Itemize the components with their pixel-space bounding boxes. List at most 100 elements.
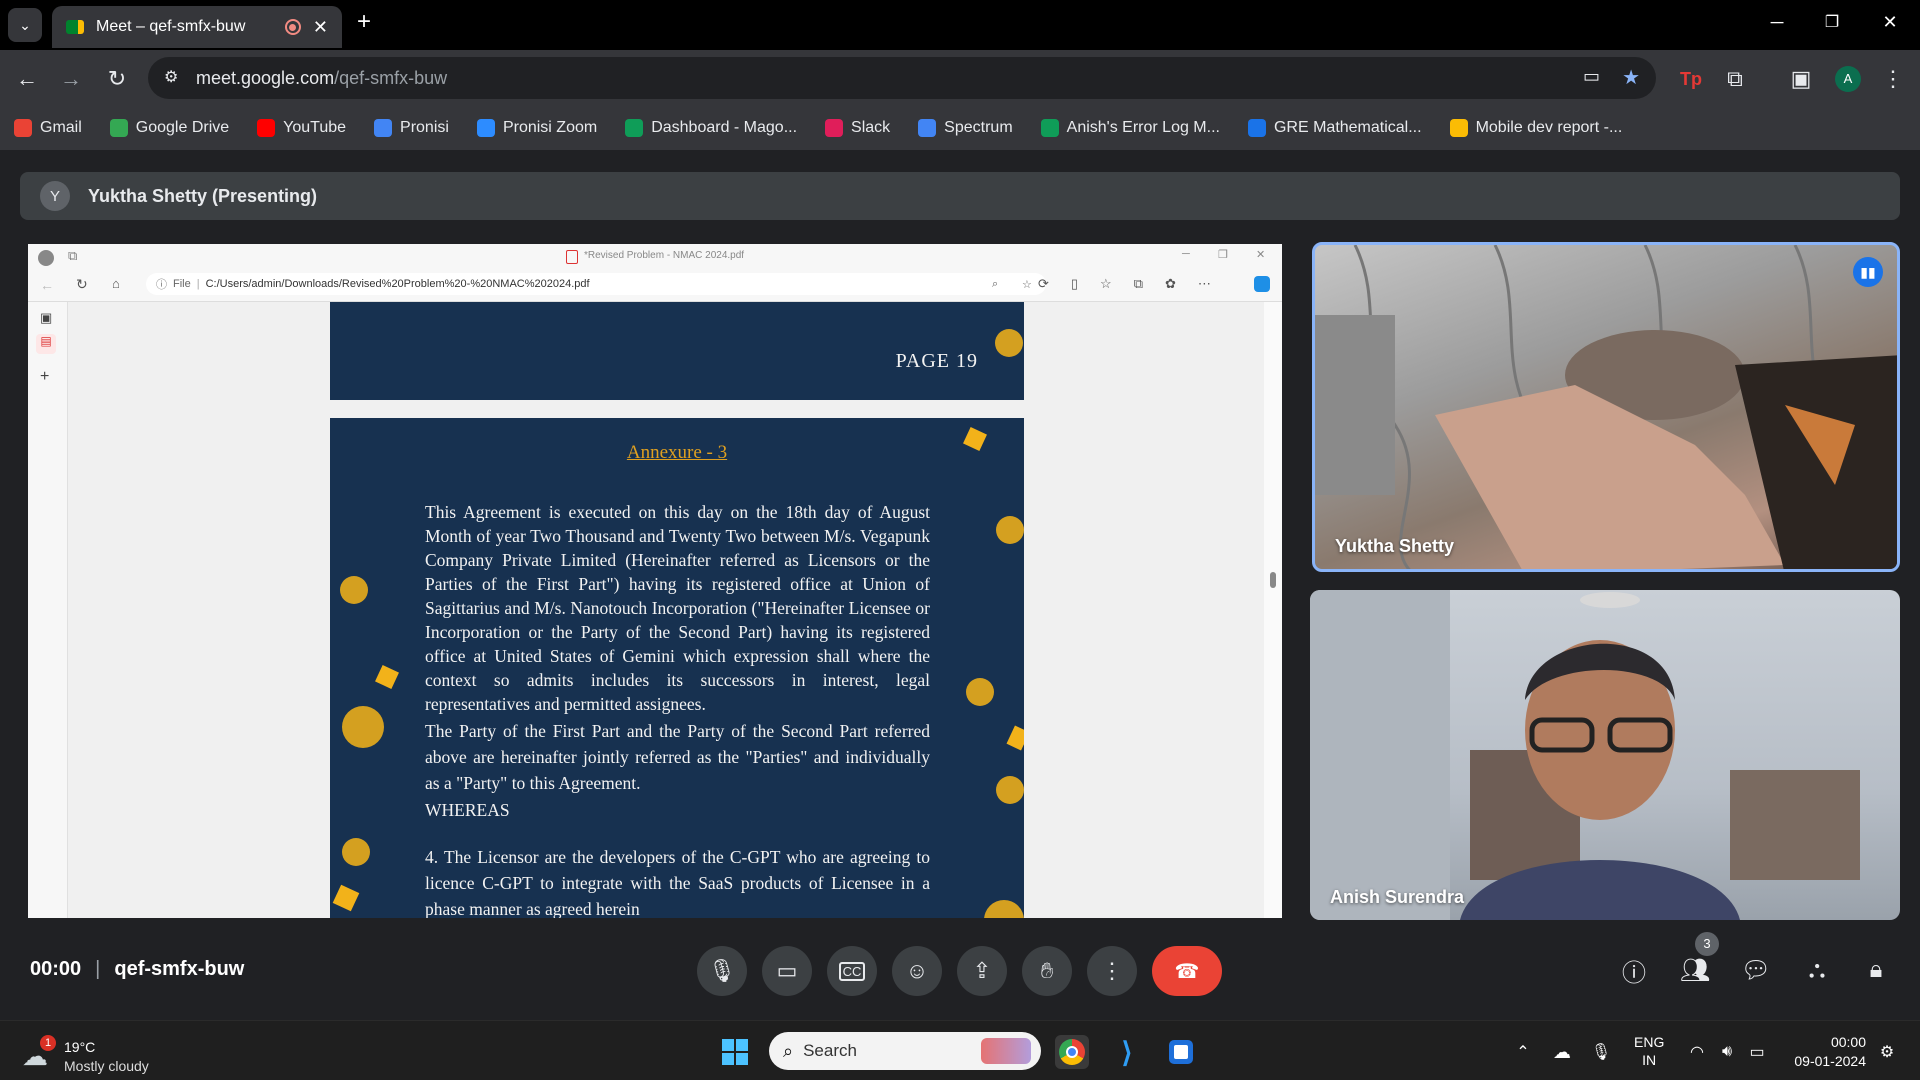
- host-controls-button[interactable]: 🔒︎: [1856, 950, 1896, 990]
- bookmark-favicon-icon: [257, 119, 276, 137]
- temperature: 19°C: [64, 1039, 96, 1055]
- address-bar[interactable]: ⚙ meet.google.com /qef-smfx-buw ▭ ★: [148, 57, 1656, 99]
- tray-overflow-icon[interactable]: ⌃: [1506, 1035, 1540, 1069]
- taskbar-search[interactable]: ⌕ Search: [769, 1032, 1041, 1070]
- tab-meet[interactable]: Meet – qef-smfx-buw ✕: [52, 6, 342, 48]
- meet-favicon-icon: [66, 20, 84, 34]
- notifications-icon[interactable]: ⚙: [1870, 1035, 1904, 1069]
- meeting-code: qef-smfx-buw: [114, 958, 245, 980]
- more-options-button[interactable]: ⋮: [1087, 946, 1137, 996]
- chrome-taskbar-icon[interactable]: [1055, 1035, 1089, 1069]
- shared-minimize-icon: ─: [1182, 248, 1190, 260]
- onedrive-icon[interactable]: ☁: [1545, 1035, 1579, 1069]
- bookmark-favicon-icon: [14, 119, 32, 137]
- bookmark-item[interactable]: Spectrum: [918, 119, 1013, 137]
- new-tab-button[interactable]: +: [352, 8, 376, 35]
- extensions-puzzle-icon[interactable]: ⧉: [1722, 66, 1748, 92]
- wifi-icon[interactable]: ◠: [1680, 1035, 1714, 1069]
- restore-button[interactable]: ❐: [1820, 12, 1844, 36]
- site-info-icon[interactable]: ⚙: [164, 67, 178, 87]
- profile-avatar[interactable]: A: [1835, 66, 1861, 92]
- volume-icon[interactable]: 🔊︎: [1710, 1035, 1744, 1069]
- pdf-page-annexure: Annexure - 3 This Agreement is executed …: [330, 418, 1024, 918]
- extension-tp-icon[interactable]: Tp: [1678, 66, 1704, 92]
- windows-taskbar: ☁ 1 19°C Mostly cloudy ⌕ Search ⟩ ⌃ ☁ 🎙︎…: [0, 1020, 1920, 1080]
- bookmark-label: Spectrum: [944, 119, 1013, 136]
- present-button[interactable]: ⇪: [957, 946, 1007, 996]
- forward-button[interactable]: →: [58, 66, 84, 92]
- camera-button[interactable]: ▭: [762, 946, 812, 996]
- bookmark-item[interactable]: Slack: [825, 119, 890, 137]
- bookmark-star-icon[interactable]: ★: [1622, 65, 1640, 90]
- back-button[interactable]: ←: [14, 66, 40, 92]
- present-screen-icon: ⇪: [972, 958, 992, 983]
- close-window-button[interactable]: ✕: [1878, 12, 1902, 36]
- leave-call-button[interactable]: ☎︎: [1152, 946, 1222, 996]
- bookmark-favicon-icon: [1449, 119, 1468, 137]
- meeting-details-button[interactable]: ⓘ: [1614, 950, 1654, 990]
- shared-screen[interactable]: ⧉ *Revised Problem - NMAC 2024.pdf ─ ❐ ✕…: [28, 244, 1282, 918]
- shared-zoom-icon: ⌕: [992, 277, 999, 290]
- participant-tile-yuktha[interactable]: ▮▮ Yuktha Shetty: [1312, 242, 1900, 572]
- bookmark-item[interactable]: Pronisi: [374, 119, 449, 137]
- captions-button[interactable]: CC: [827, 946, 877, 996]
- raise-hand-button[interactable]: ✋︎: [1022, 946, 1072, 996]
- shared-close-icon: ✕: [1256, 249, 1266, 261]
- bookmark-item[interactable]: Google Drive: [109, 119, 230, 137]
- pdf-scrollbar[interactable]: [1264, 302, 1282, 918]
- hand-icon: ✋︎: [1040, 958, 1054, 983]
- menu-kebab-icon[interactable]: ⋮: [1880, 66, 1906, 92]
- minimize-button[interactable]: ─: [1765, 12, 1789, 36]
- microphone-tray-icon[interactable]: 🎙︎: [1584, 1035, 1618, 1069]
- annexure-heading: Annexure - 3: [626, 442, 728, 463]
- tab-title: Meet – qef-smfx-buw: [96, 18, 246, 35]
- close-tab-icon[interactable]: ✕: [313, 17, 328, 38]
- scroll-thumb[interactable]: [1270, 572, 1276, 588]
- info-icon: ⓘ: [1622, 959, 1646, 987]
- activities-button[interactable]: ⛬: [1797, 950, 1837, 990]
- app-taskbar-icon[interactable]: [1164, 1035, 1198, 1069]
- bookmark-item[interactable]: GRE Mathematical...: [1247, 119, 1422, 137]
- mic-button[interactable]: 🎙︎: [697, 946, 747, 996]
- start-button[interactable]: [718, 1035, 752, 1069]
- bookmark-item[interactable]: Dashboard - Mago...: [625, 119, 797, 137]
- tab-search-button[interactable]: ⌄: [8, 8, 42, 42]
- pdf-viewer[interactable]: PAGE 19 Annexure - 3 This Agreement is e…: [68, 302, 1264, 918]
- people-button[interactable]: 👥︎ 3: [1675, 932, 1719, 990]
- bookmark-item[interactable]: YouTube: [257, 119, 346, 137]
- reactions-button[interactable]: ☺: [892, 946, 942, 996]
- bookmark-label: Dashboard - Mago...: [651, 119, 798, 136]
- chat-button[interactable]: 💬︎: [1736, 950, 1776, 990]
- camera-icon[interactable]: ▭: [1583, 66, 1600, 87]
- people-count-badge: 3: [1695, 932, 1719, 956]
- bookmark-item[interactable]: Mobile dev report -...: [1449, 119, 1623, 137]
- bookmark-label: Mobile dev report -...: [1475, 119, 1623, 136]
- search-label: Search: [803, 1041, 857, 1060]
- side-panel-icon[interactable]: ▣: [1788, 66, 1814, 92]
- bookmark-favicon-icon: [825, 119, 844, 137]
- shared-home-icon: ⌂: [112, 276, 120, 291]
- shared-browser-chrome: ⧉ *Revised Problem - NMAC 2024.pdf ─ ❐ ✕…: [28, 244, 1282, 302]
- battery-icon[interactable]: ▭: [1740, 1035, 1774, 1069]
- clock[interactable]: 00:00 09-01-2024: [1782, 1033, 1866, 1071]
- recording-icon: [284, 19, 301, 35]
- bookmark-item[interactable]: Gmail: [14, 119, 82, 137]
- weather-widget[interactable]: ☁ 1 19°C Mostly cloudy: [20, 1029, 200, 1075]
- search-highlight-icon: [981, 1038, 1031, 1064]
- vscode-taskbar-icon[interactable]: ⟩: [1110, 1035, 1144, 1069]
- participant-tile-anish[interactable]: Anish Surendra: [1310, 590, 1900, 920]
- video-feed-yuktha: [1315, 245, 1897, 569]
- bookmark-item[interactable]: Anish's Error Log M...: [1040, 119, 1220, 137]
- reload-button[interactable]: ↻: [104, 66, 130, 92]
- language-indicator[interactable]: ENG IN: [1634, 1033, 1664, 1069]
- lock-person-icon: 🔒︎: [1869, 956, 1883, 983]
- video-feed-anish: [1310, 590, 1860, 920]
- agreement-paragraph: WHEREAS: [425, 800, 510, 820]
- bookmark-item[interactable]: Pronisi Zoom: [476, 119, 597, 137]
- participant-name: Yuktha Shetty: [1335, 536, 1455, 556]
- bookmark-label: Slack: [851, 119, 891, 136]
- captions-icon: CC: [838, 961, 866, 981]
- bookmark-label: Google Drive: [135, 119, 230, 136]
- shared-star-icon: ☆: [1022, 278, 1032, 291]
- presenter-avatar: Y: [40, 181, 70, 211]
